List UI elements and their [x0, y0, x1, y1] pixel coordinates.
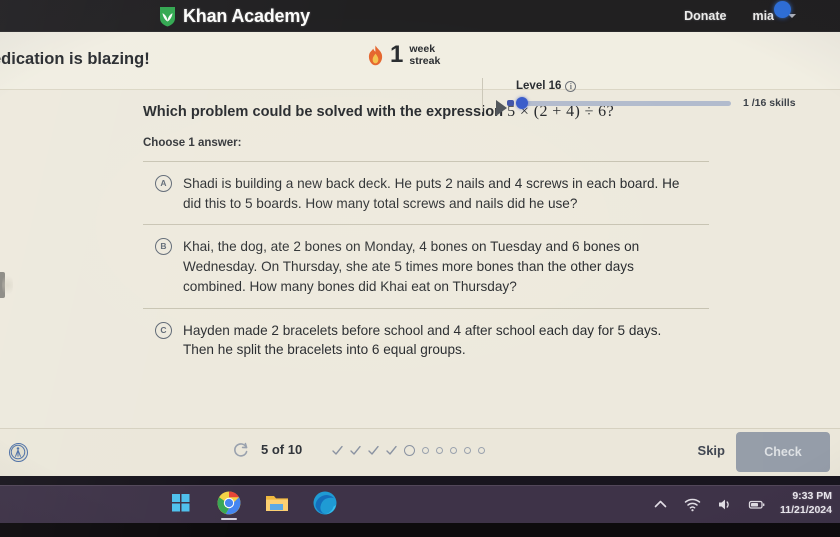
- level-label: Level 16: [516, 80, 562, 92]
- navbar-right-group: Donate mia: [684, 0, 796, 32]
- monitor-bezel-gap: [0, 476, 840, 485]
- khan-academy-wordmark: Khan Academy: [183, 5, 310, 26]
- khan-academy-navbar: Khan Academy Donate mia: [0, 0, 840, 32]
- screen-photo: Khan Academy Donate mia edication is bla…: [0, 0, 840, 537]
- system-tray: 9:33 PM 11/21/2024: [652, 488, 832, 520]
- user-name-label: mia: [752, 9, 774, 23]
- choice-bubble-c: C: [155, 321, 172, 339]
- progress-dot-upcoming: [450, 446, 457, 454]
- active-app-indicator: [221, 517, 237, 520]
- taskbar-app-icons: [168, 490, 338, 520]
- info-icon[interactable]: i: [565, 80, 577, 92]
- choice-text-a: Shadi is building a new back deck. He pu…: [183, 176, 680, 211]
- donate-link[interactable]: Donate: [684, 9, 726, 23]
- answer-choice-c[interactable]: C Hayden made 2 bracelets before school …: [143, 309, 709, 371]
- question-progress-dots: [332, 442, 485, 458]
- khan-leaf-logo-icon: [158, 6, 177, 27]
- progress-dot-upcoming: [464, 446, 471, 454]
- choice-text-b: Khai, the dog, ate 2 bones on Monday, 4 …: [183, 239, 640, 294]
- skills-progress-wrap: 1 /16 skills: [507, 97, 816, 109]
- exercise-footer-bar: 5 of 10 Skip Check: [0, 428, 840, 476]
- choice-bubble-b: B: [155, 238, 172, 256]
- clock-date: 11/21/2024: [780, 504, 832, 516]
- progress-dot-correct: [332, 445, 343, 456]
- exercise-inner: Which problem could be solved with the e…: [143, 90, 709, 371]
- skip-button[interactable]: Skip: [698, 443, 725, 458]
- choose-instruction: Choose 1 answer:: [143, 137, 242, 149]
- progress-dot-upcoming: [436, 446, 443, 454]
- clock-time: 9:33 PM: [792, 490, 832, 503]
- progress-dot-upcoming: [478, 446, 485, 454]
- scroll-indicator-artifact: [0, 272, 13, 298]
- skills-progress-bar: [507, 97, 731, 109]
- user-menu[interactable]: mia: [752, 1, 796, 23]
- folder-icon[interactable]: [264, 490, 290, 516]
- progress-knob: [516, 97, 528, 109]
- skills-count-label: 1 /16 skills: [743, 97, 796, 109]
- progress-dot-correct: [368, 445, 379, 456]
- wifi-icon[interactable]: [684, 496, 701, 513]
- screen-bottom-edge: [0, 523, 840, 537]
- progress-dot-upcoming: [422, 446, 429, 454]
- refresh-icon[interactable]: [232, 441, 250, 459]
- edge-icon[interactable]: [312, 490, 338, 516]
- chevron-up-icon[interactable]: [652, 496, 669, 513]
- progress-start-tick: [507, 100, 514, 106]
- progress-dot-current: [404, 444, 415, 456]
- windows-taskbar: 9:33 PM 11/21/2024: [0, 485, 840, 523]
- answer-choice-list: A Shadi is building a new back deck. He …: [143, 161, 709, 371]
- accessibility-icon[interactable]: [9, 443, 28, 462]
- streak-unit: week streak: [409, 43, 440, 68]
- khan-academy-logo[interactable]: Khan Academy: [158, 2, 310, 30]
- level-progress-group: Level 16 i 1 /16 skills: [507, 80, 816, 109]
- progress-dot-correct: [350, 445, 361, 456]
- streak-headline: edication is blazing!: [0, 50, 150, 68]
- choice-text-c: Hayden made 2 bracelets before school an…: [183, 322, 662, 358]
- streak-count: 1: [390, 41, 404, 69]
- streak-level-bar: edication is blazing! 1 week streak Leve…: [0, 32, 840, 116]
- streak-unit-line1: week: [409, 43, 436, 55]
- exercise-card: Which problem could be solved with the e…: [0, 90, 840, 428]
- flame-icon: [367, 45, 384, 66]
- streak-unit-line2: streak: [409, 55, 441, 68]
- answer-choice-a[interactable]: A Shadi is building a new back deck. He …: [143, 162, 709, 226]
- progress-dot-correct: [386, 445, 397, 456]
- question-prefix: Which problem could be solved with the e…: [143, 104, 508, 120]
- windows-logo-icon[interactable]: [168, 490, 194, 516]
- vertical-divider: [482, 78, 483, 112]
- answer-choice-b[interactable]: B Khai, the dog, ate 2 bones on Monday, …: [143, 225, 709, 309]
- check-button[interactable]: Check: [736, 432, 830, 472]
- speaker-icon[interactable]: [716, 496, 733, 513]
- battery-icon[interactable]: [748, 496, 765, 513]
- play-triangle-icon[interactable]: [496, 100, 507, 116]
- chrome-icon[interactable]: [216, 490, 242, 520]
- question-counter: 5 of 10: [261, 442, 303, 457]
- taskbar-clock[interactable]: 9:33 PM 11/21/2024: [780, 490, 832, 517]
- streak-counter[interactable]: 1 week streak: [367, 43, 440, 68]
- level-row: Level 16 i: [516, 80, 816, 92]
- choice-bubble-a: A: [155, 175, 172, 192]
